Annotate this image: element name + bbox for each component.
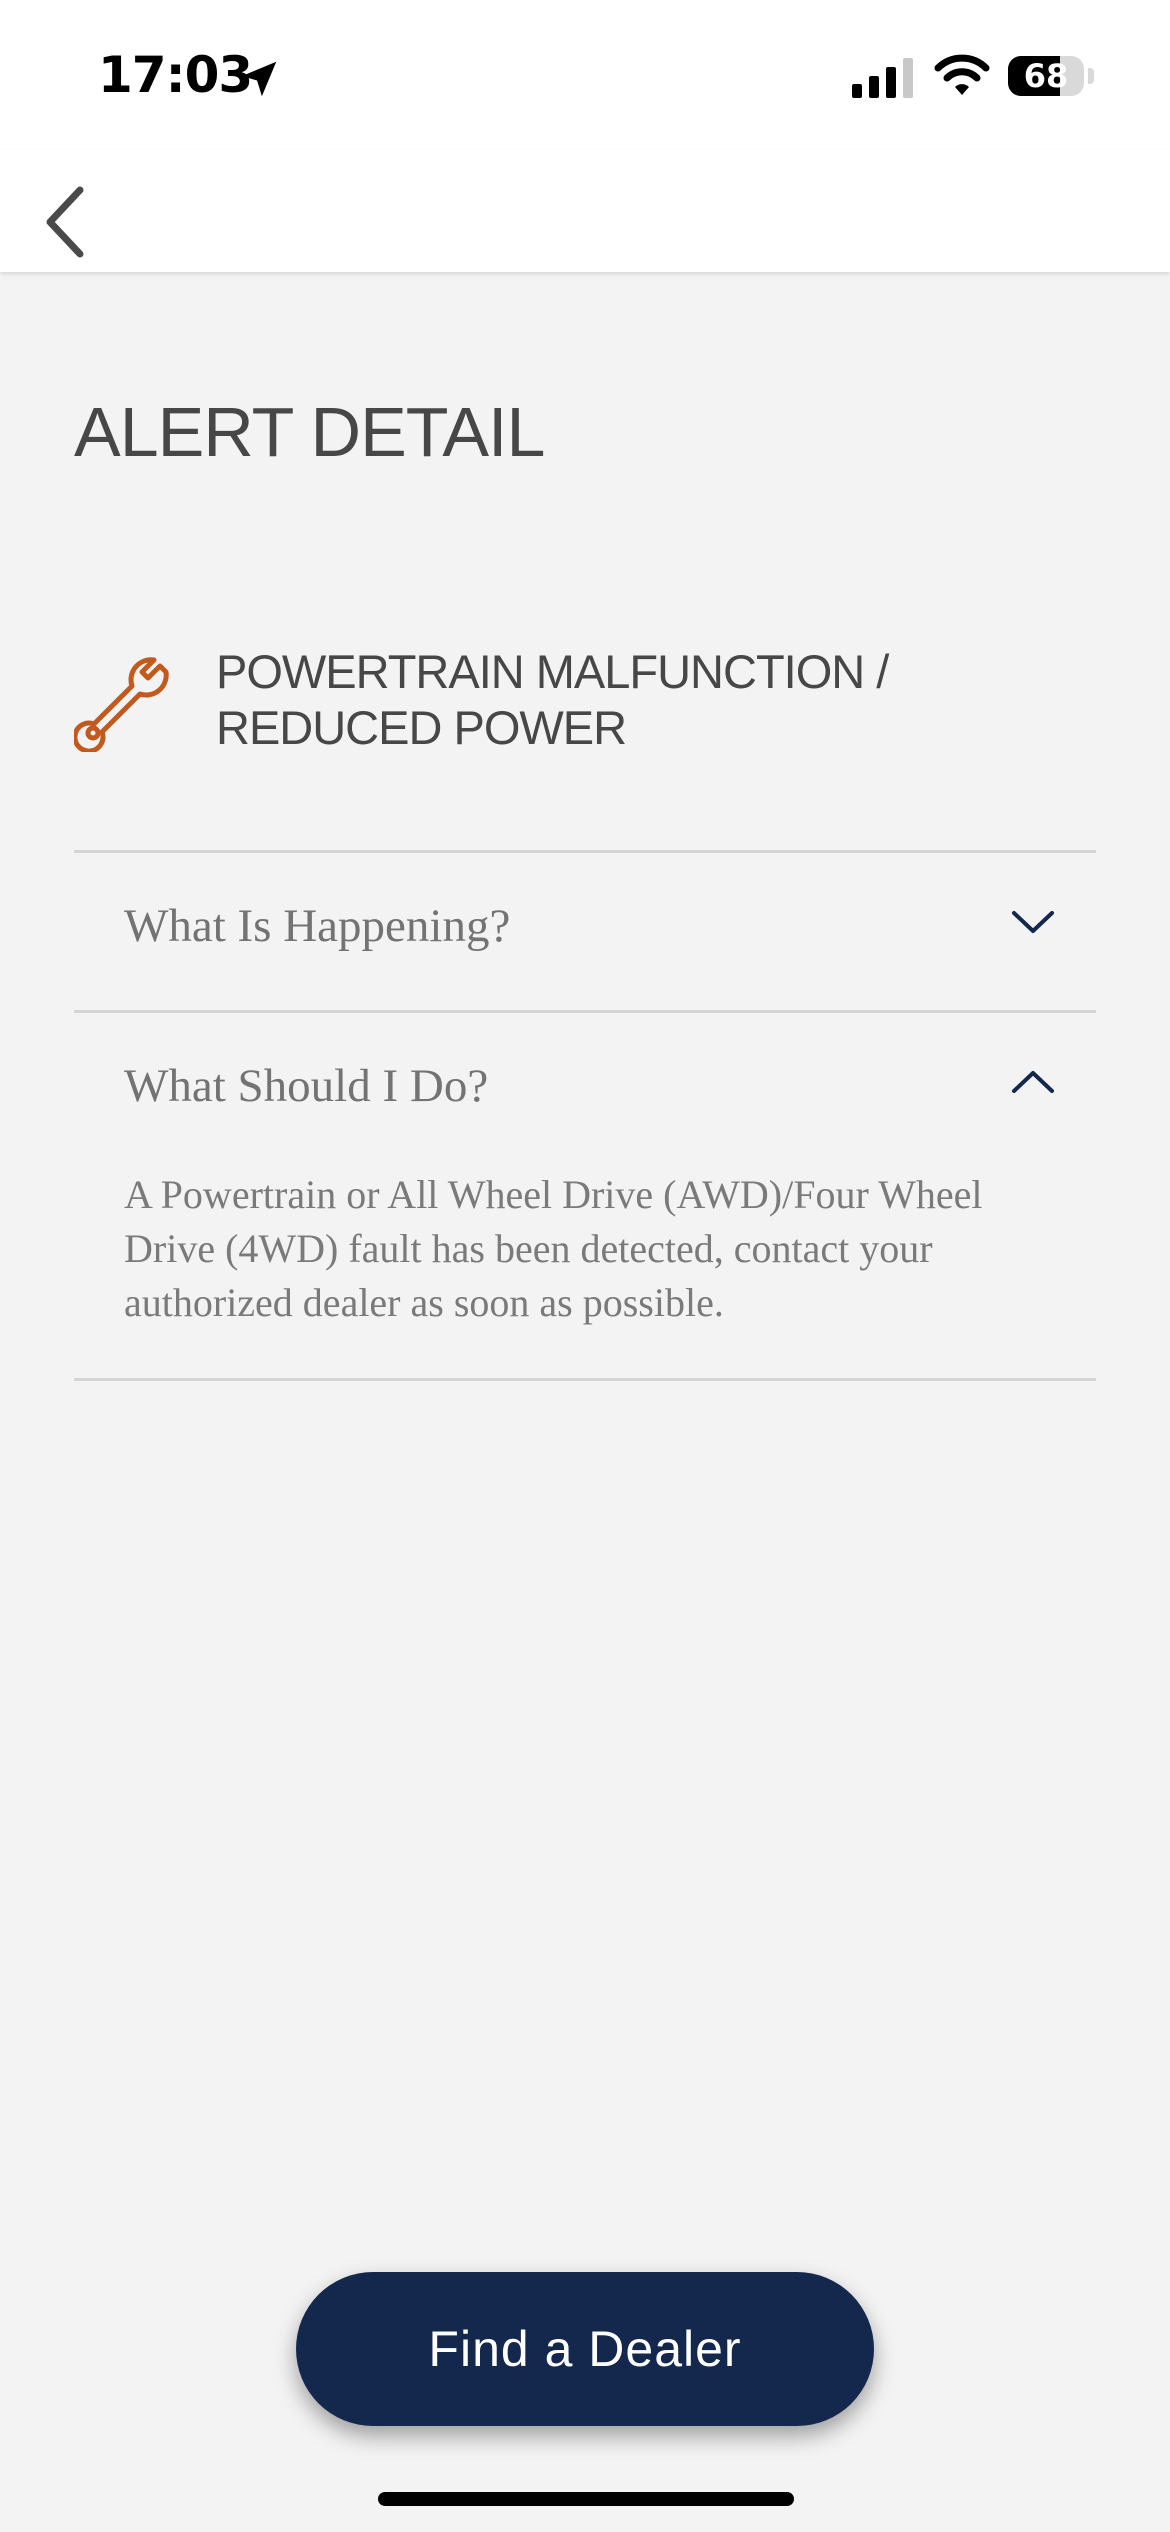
alert-name-line2: REDUCED POWER — [216, 701, 627, 754]
alert-name: POWERTRAIN MALFUNCTION / REDUCED POWER — [216, 644, 976, 756]
divider — [74, 1378, 1096, 1381]
accordion-title: What Is Happening? — [124, 900, 511, 952]
wifi-icon — [934, 54, 990, 95]
battery-cap — [1088, 68, 1094, 84]
chevron-up-icon — [1012, 1071, 1054, 1093]
accordion-what-is-happening[interactable]: What Is Happening? — [74, 853, 1096, 1009]
chevron-left-icon — [46, 186, 84, 258]
status-time: 17:03 — [98, 46, 253, 104]
status-bar: 17:03 68 — [0, 0, 1170, 150]
nav-bar — [0, 150, 1170, 272]
battery-level: 68 — [1023, 57, 1069, 95]
battery-icon: 68 — [1008, 56, 1084, 96]
alert-name-line1: POWERTRAIN MALFUNCTION / — [216, 645, 889, 698]
chevron-down-icon — [1012, 911, 1054, 933]
page-title: ALERT DETAIL — [74, 393, 545, 471]
wrench-icon — [74, 657, 169, 752]
accordion-title: What Should I Do? — [124, 1060, 489, 1112]
accordion-what-should-i-do[interactable]: What Should I Do? — [74, 1013, 1096, 1169]
cellular-signal-icon — [852, 58, 913, 98]
find-dealer-button[interactable]: Find a Dealer — [296, 2272, 874, 2426]
home-indicator[interactable] — [378, 2492, 794, 2506]
back-button[interactable] — [30, 168, 110, 258]
accordion-body-text: A Powertrain or All Wheel Drive (AWD)/Fo… — [124, 1172, 983, 1325]
location-arrow-icon — [241, 61, 277, 97]
